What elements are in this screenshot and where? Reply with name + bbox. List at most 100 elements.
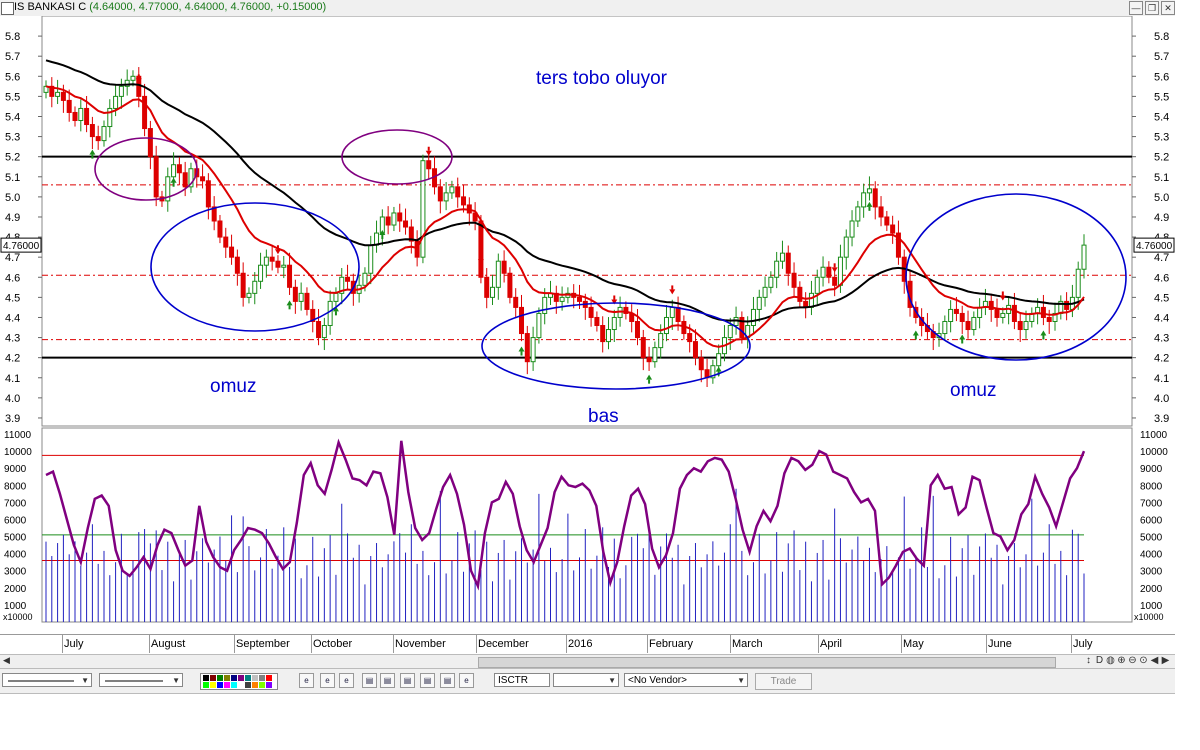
color-swatch[interactable] — [217, 682, 223, 688]
price-tick-label-right: 4.3 — [1154, 333, 1169, 345]
color-swatch[interactable] — [203, 682, 209, 688]
vendor-select[interactable]: <No Vendor> ▼ — [624, 673, 748, 687]
calendar-icon[interactable]: ▤ — [380, 673, 395, 688]
vendor-value: <No Vendor> — [628, 675, 687, 686]
candle-body — [948, 308, 954, 322]
candle-body — [971, 316, 977, 331]
chart-scrollbar[interactable]: ◀ ↕ D ◍ ⊕ ⊖ ⊙ ◀ ▶ — [0, 654, 1175, 669]
window-layout-icon[interactable]: ▤ — [400, 673, 415, 688]
scroll-thumb[interactable] — [478, 657, 1056, 668]
time-tick — [647, 635, 648, 653]
trade-button[interactable]: Trade — [755, 673, 812, 690]
volume-tick-label-right: 10000 — [1140, 447, 1168, 458]
volume-tick-label-right: 3000 — [1140, 567, 1163, 578]
color-swatch[interactable] — [238, 682, 244, 688]
color-swatch[interactable] — [203, 675, 209, 681]
color-swatch[interactable] — [259, 675, 265, 681]
explorer-icon[interactable]: e — [320, 673, 335, 688]
color-palette[interactable] — [200, 673, 278, 690]
candle-body — [675, 306, 681, 322]
price-tick-label-right: 4.9 — [1154, 212, 1169, 224]
chart-window: IS BANKASI C (4.64000, 4.77000, 4.64000,… — [0, 0, 1200, 750]
candle-body — [95, 136, 101, 142]
color-swatch[interactable] — [252, 675, 258, 681]
color-swatch[interactable] — [252, 682, 258, 688]
color-swatch[interactable] — [245, 675, 251, 681]
window-menu-icon[interactable] — [1, 2, 14, 15]
candle-body — [200, 176, 206, 182]
scroll-left-icon[interactable]: ◀ — [3, 655, 10, 666]
color-swatch[interactable] — [217, 675, 223, 681]
candle-body — [791, 272, 797, 288]
window-layout-icon[interactable]: ▤ — [440, 673, 455, 688]
zoom-in-icon[interactable]: ⊕ — [1116, 655, 1127, 666]
candle-body — [600, 325, 606, 343]
candle-body — [55, 91, 61, 97]
calendar-icon[interactable]: ▤ — [362, 673, 377, 688]
candle-body — [507, 272, 513, 298]
close-icon[interactable]: ✕ — [1161, 1, 1175, 15]
candle-body — [501, 260, 507, 274]
price-tick-label-left: 5.6 — [5, 71, 20, 83]
color-swatch[interactable] — [224, 675, 230, 681]
zoom-fit-icon[interactable]: ◍ — [1105, 655, 1116, 666]
time-label: 2016 — [568, 638, 593, 650]
period-select[interactable]: ▼ — [553, 673, 619, 687]
daily-period-icon[interactable]: D — [1094, 655, 1105, 666]
chevron-down-icon: ▼ — [737, 676, 745, 685]
color-swatch[interactable] — [266, 675, 272, 681]
color-swatch[interactable] — [245, 682, 251, 688]
price-tick-label-left: 5.8 — [5, 31, 20, 43]
time-label: February — [649, 638, 694, 650]
line-width-select[interactable]: ▼ — [99, 673, 183, 687]
color-swatch[interactable] — [238, 675, 244, 681]
candle-body — [263, 256, 269, 266]
candle-body — [692, 341, 698, 359]
restore-icon[interactable]: ❐ — [1145, 1, 1159, 15]
candle-body — [658, 333, 664, 349]
explorer-icon[interactable]: e — [299, 673, 314, 688]
candle-body — [66, 99, 72, 113]
candle-body — [316, 320, 322, 339]
home-icon[interactable]: ⊙ — [1138, 655, 1149, 666]
candle-body — [750, 308, 756, 327]
bottom-toolbar: ▼ ▼ e e e ▤ ▤ ▤ ▤ ▤ e ISCTR ▼ <No Vendor… — [0, 668, 1175, 694]
candle-body — [605, 329, 611, 343]
candle-body — [634, 320, 640, 339]
symbol-input[interactable]: ISCTR — [494, 673, 550, 687]
price-tick-label-left: 4.4 — [5, 312, 20, 324]
color-swatch[interactable] — [266, 682, 272, 688]
color-swatch[interactable] — [231, 682, 237, 688]
candle-body — [171, 164, 177, 178]
explorer-icon[interactable]: e — [459, 673, 474, 688]
candle-body — [113, 95, 119, 109]
candle-body — [327, 300, 333, 327]
color-swatch[interactable] — [210, 675, 216, 681]
explorer-icon[interactable]: e — [339, 673, 354, 688]
color-swatch[interactable] — [259, 682, 265, 688]
window-titlebar[interactable]: IS BANKASI C (4.64000, 4.77000, 4.64000,… — [0, 0, 1175, 17]
color-swatch[interactable] — [210, 682, 216, 688]
line-style-select[interactable]: ▼ — [2, 673, 92, 687]
color-swatch[interactable] — [224, 682, 230, 688]
scroll-begin-icon[interactable]: ◀ — [1149, 655, 1160, 666]
price-tick-label-left: 4.2 — [5, 353, 20, 365]
scroll-end-icon[interactable]: ▶ — [1160, 655, 1171, 666]
candle-body — [1011, 304, 1017, 322]
color-swatch[interactable] — [231, 675, 237, 681]
time-label: June — [988, 638, 1012, 650]
candle-body — [84, 107, 90, 126]
window-layout-icon[interactable]: ▤ — [420, 673, 435, 688]
zoom-out-icon[interactable]: ⊖ — [1127, 655, 1138, 666]
vertical-resize-icon[interactable]: ↕ — [1083, 655, 1094, 666]
volume-tick-label-right: 11000 — [1140, 430, 1168, 441]
price-tick-label-right: 4.1 — [1154, 373, 1169, 385]
time-label: May — [903, 638, 924, 650]
window-title: IS BANKASI C (4.64000, 4.77000, 4.64000,… — [14, 1, 326, 13]
volume-tick-label-left: 7000 — [4, 498, 27, 509]
candle-body — [182, 172, 188, 188]
minimize-icon[interactable]: — — [1129, 1, 1143, 15]
price-chart-area[interactable]: 5.8 5.8 5.7 5.7 5.6 5.6 5.5 5.5 5.4 5.4 5.3 5.3 5.2 5… — [0, 16, 1175, 634]
title-symbol: IS BANKASI C — [14, 1, 87, 13]
price-tick-label-left: 5.0 — [5, 192, 20, 204]
